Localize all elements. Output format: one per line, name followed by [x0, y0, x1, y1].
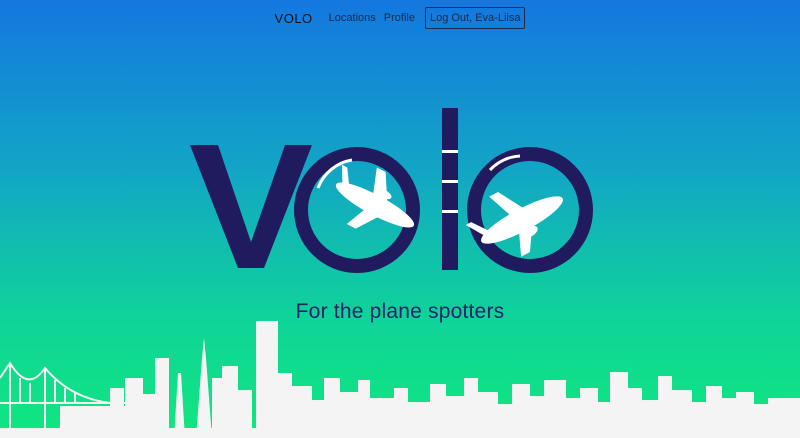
- buildings: [0, 321, 800, 438]
- logo-letter-l: [442, 108, 458, 270]
- city-skyline-icon: [0, 321, 800, 438]
- logo-letter-v: [190, 145, 312, 268]
- volo-logo: [190, 108, 593, 273]
